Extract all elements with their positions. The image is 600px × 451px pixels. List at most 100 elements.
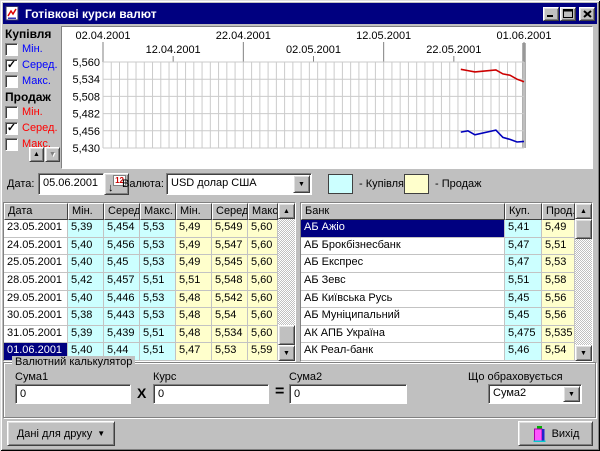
table-row[interactable]: АБ Експрес5,475,53 — [301, 255, 575, 273]
app-icon — [5, 6, 21, 22]
sum2-input[interactable] — [289, 384, 407, 404]
svg-text:5,430: 5,430 — [72, 143, 100, 155]
rates-table[interactable]: Дата Мін. Серед. Макс. Мін. Серед. Макс.… — [3, 202, 296, 362]
checkbox-buy-min[interactable]: Мін. — [5, 42, 61, 56]
scrollbar-thumb[interactable] — [575, 219, 592, 239]
table-cell: 5,443 — [104, 308, 140, 326]
minimize-icon — [546, 9, 556, 18]
column-header[interactable]: Макс. — [248, 203, 278, 220]
table-cell: 30.05.2001 — [4, 308, 68, 326]
maximize-icon — [563, 9, 573, 18]
table-cell: 5,40 — [68, 255, 104, 273]
checkbox-label: Макс. — [22, 75, 51, 87]
column-header[interactable]: Серед. — [212, 203, 248, 220]
exit-button[interactable]: Вихід — [518, 421, 593, 446]
vertical-scrollbar[interactable]: ▲ ▼ — [278, 203, 295, 361]
table-cell: 5,60 — [248, 273, 278, 291]
table-row[interactable]: АБ Київська Русь5,455,56 — [301, 291, 575, 309]
dropdown-button[interactable]: ▼ — [563, 386, 580, 402]
scrollbar-track[interactable] — [278, 219, 295, 345]
table-cell: АБ Зевс — [301, 273, 505, 291]
table-cell: 5,51 — [505, 273, 542, 291]
checkbox-icon[interactable]: ✓ — [5, 122, 18, 135]
rate-input[interactable] — [153, 384, 269, 404]
table-cell: 5,60 — [248, 255, 278, 273]
column-header[interactable]: Серед. — [104, 203, 140, 220]
checkbox-label: Мін. — [22, 106, 43, 118]
table-cell: 5,53 — [140, 308, 176, 326]
table-cell: 5,45 — [505, 291, 542, 309]
sum1-input[interactable] — [15, 384, 131, 404]
table-cell: 5,48 — [176, 326, 212, 344]
table-cell: 5,475 — [505, 326, 542, 344]
table-row[interactable]: 29.05.20015,405,4465,535,485,5425,60 — [4, 291, 278, 309]
table-row[interactable]: АБ Муніципальний5,455,56 — [301, 308, 575, 326]
scroll-down-button[interactable]: ▼ — [278, 345, 295, 361]
table-row[interactable]: 25.05.20015,405,455,535,495,5455,60 — [4, 255, 278, 273]
column-header[interactable]: Дата — [4, 203, 68, 220]
table-row[interactable]: 30.05.20015,385,4435,535,485,545,60 — [4, 308, 278, 326]
checkbox-sell-avg[interactable]: ✓ Серед. — [5, 121, 61, 135]
spin-down-button[interactable]: ▼ — [45, 147, 60, 162]
scroll-down-button[interactable]: ▼ — [575, 345, 592, 361]
table-row[interactable]: АБ Ажіо5,415,49 — [301, 220, 575, 238]
table-cell: 5,53 — [140, 291, 176, 309]
maximize-button[interactable] — [560, 7, 576, 21]
table-cell: 5,456 — [104, 238, 140, 256]
column-header[interactable]: Мін. — [68, 203, 104, 220]
scrollbar-thumb[interactable] — [278, 325, 295, 345]
checkbox-buy-max[interactable]: Макс. — [5, 74, 61, 88]
chart-canvas: 02.04.200112.04.200122.04.200102.05.2001… — [62, 27, 591, 167]
checkbox-buy-avg[interactable]: ✓ Серед. — [5, 58, 61, 72]
table-cell: 5,39 — [68, 220, 104, 238]
scroll-up-button[interactable]: ▲ — [575, 203, 592, 219]
title-bar[interactable]: Готівкові курси валют — [3, 3, 597, 24]
column-header[interactable]: Мін. — [176, 203, 212, 220]
table-row[interactable]: 31.05.20015,395,4395,515,485,5345,60 — [4, 326, 278, 344]
dropdown-button[interactable]: ▼ — [293, 175, 310, 193]
checkbox-icon[interactable] — [5, 106, 18, 119]
close-icon — [583, 10, 592, 18]
date-input[interactable]: 05.06.2001 — [38, 173, 104, 195]
table-row[interactable]: АК Реал-банк5,465,54 — [301, 343, 575, 361]
scroll-up-button[interactable]: ▲ — [278, 203, 295, 219]
checkbox-label: Серед. — [22, 59, 58, 71]
checkbox-icon[interactable]: ✓ — [5, 59, 18, 72]
checkbox-icon[interactable] — [5, 75, 18, 88]
vertical-scrollbar[interactable]: ▲ ▼ — [575, 203, 592, 361]
column-header[interactable]: Прод. — [542, 203, 575, 220]
checkbox-label: Мін. — [22, 43, 43, 55]
table-row[interactable]: АБ Брокбізнесбанк5,475,51 — [301, 238, 575, 256]
checkbox-sell-min[interactable]: Мін. — [5, 105, 61, 119]
checkbox-icon[interactable] — [5, 43, 18, 56]
table-cell: АБ Ажіо — [301, 220, 505, 238]
svg-text:02.05.2001: 02.05.2001 — [286, 44, 341, 56]
table-row[interactable]: АК АПБ Україна5,4755,535 — [301, 326, 575, 344]
target-select[interactable]: Сума2 ▼ — [488, 384, 582, 404]
table-cell: 5,542 — [212, 291, 248, 309]
close-button[interactable] — [579, 7, 595, 21]
column-header[interactable]: Макс. — [140, 203, 176, 220]
scrollbar-track[interactable] — [575, 219, 592, 345]
spin-up-button[interactable]: ▲ — [29, 147, 44, 162]
table-cell: 5,51 — [176, 273, 212, 291]
table-row[interactable]: 23.05.20015,395,4545,535,495,5495,60 — [4, 220, 278, 238]
currency-calculator: Валютний калькулятор Сума1 X Курс = Сума… — [3, 362, 596, 418]
currency-select[interactable]: USD долар США ▼ — [166, 173, 312, 195]
minimize-button[interactable] — [543, 7, 559, 21]
table-cell: 5,457 — [104, 273, 140, 291]
table-cell: 5,53 — [140, 255, 176, 273]
table-cell: 5,49 — [176, 238, 212, 256]
table-cell: 5,49 — [176, 255, 212, 273]
table-row[interactable]: 24.05.20015,405,4565,535,495,5475,60 — [4, 238, 278, 256]
print-data-button[interactable]: Дані для друку ▼ — [7, 421, 115, 446]
svg-text:22.05.2001: 22.05.2001 — [426, 44, 481, 56]
banks-table[interactable]: Банк Куп. Прод. АБ Ажіо5,415,49АБ Брокбі… — [300, 202, 593, 362]
table-row[interactable]: 28.05.20015,425,4575,515,515,5485,60 — [4, 273, 278, 291]
column-header[interactable]: Куп. — [505, 203, 542, 220]
table-cell: 5,547 — [212, 238, 248, 256]
table-row[interactable]: АБ Зевс5,515,58 — [301, 273, 575, 291]
legend-buy-swatch — [328, 174, 353, 194]
checkbox-icon[interactable] — [5, 138, 18, 151]
column-header[interactable]: Банк — [301, 203, 505, 220]
